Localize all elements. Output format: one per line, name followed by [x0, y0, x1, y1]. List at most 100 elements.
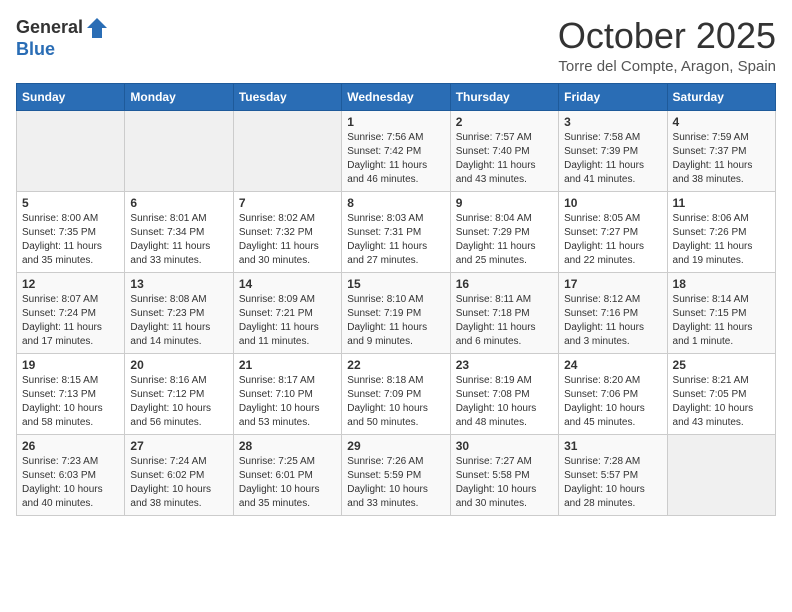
day-number: 22 — [347, 358, 444, 372]
month-title: October 2025 — [558, 16, 776, 56]
calendar-cell — [667, 434, 775, 515]
day-info: Sunrise: 8:11 AM Sunset: 7:18 PM Dayligh… — [456, 293, 553, 349]
calendar-cell: 23 Sunrise: 8:19 AM Sunset: 7:08 PM Dayli… — [450, 353, 558, 434]
day-number: 6 — [130, 196, 227, 210]
calendar-cell: 25 Sunrise: 8:21 AM Sunset: 7:05 PM Dayli… — [667, 353, 775, 434]
calendar-cell: 17 Sunrise: 8:12 AM Sunset: 7:16 PM Dayli… — [559, 272, 667, 353]
day-info: Sunrise: 8:03 AM Sunset: 7:31 PM Dayligh… — [347, 212, 444, 268]
logo: General Blue — [16, 16, 109, 60]
day-number: 16 — [456, 277, 553, 291]
day-info: Sunrise: 7:27 AM Sunset: 5:58 PM Dayligh… — [456, 455, 553, 511]
day-info: Sunrise: 8:19 AM Sunset: 7:08 PM Dayligh… — [456, 374, 553, 430]
logo-general: General — [16, 18, 83, 38]
day-number: 31 — [564, 439, 661, 453]
day-info: Sunrise: 8:14 AM Sunset: 7:15 PM Dayligh… — [673, 293, 770, 349]
day-number: 1 — [347, 115, 444, 129]
day-number: 20 — [130, 358, 227, 372]
day-info: Sunrise: 8:04 AM Sunset: 7:29 PM Dayligh… — [456, 212, 553, 268]
calendar-cell: 15Sunrise: 8:10 AM Sunset: 7:19 PM Dayli… — [342, 272, 450, 353]
day-info: Sunrise: 7:26 AM Sunset: 5:59 PM Dayligh… — [347, 455, 444, 511]
day-info: Sunrise: 8:20 AM Sunset: 7:06 PM Dayligh… — [564, 374, 661, 430]
day-info: Sunrise: 7:24 AM Sunset: 6:02 PM Dayligh… — [130, 455, 227, 511]
calendar-cell — [125, 110, 233, 191]
day-number: 24 — [564, 358, 661, 372]
calendar-cell: 12 Sunrise: 8:07 AM Sunset: 7:24 PM Dayli… — [17, 272, 125, 353]
calendar-cell: 18 Sunrise: 8:14 AM Sunset: 7:15 PM Dayli… — [667, 272, 775, 353]
calendar-cell: 14Sunrise: 8:09 AM Sunset: 7:21 PM Dayli… — [233, 272, 341, 353]
calendar-cell: 1 Sunrise: 7:56 AM Sunset: 7:42 PM Daylig… — [342, 110, 450, 191]
calendar-cell: 9 Sunrise: 8:04 AM Sunset: 7:29 PM Daylig… — [450, 191, 558, 272]
calendar-cell: 3 Sunrise: 7:58 AM Sunset: 7:39 PM Daylig… — [559, 110, 667, 191]
day-number: 17 — [564, 277, 661, 291]
location-title: Torre del Compte, Aragon, Spain — [558, 58, 776, 75]
day-number: 27 — [130, 439, 227, 453]
day-number: 9 — [456, 196, 553, 210]
day-info: Sunrise: 8:09 AM Sunset: 7:21 PM Dayligh… — [239, 293, 336, 349]
day-number: 12 — [22, 277, 119, 291]
day-number: 7 — [239, 196, 336, 210]
day-number: 25 — [673, 358, 770, 372]
day-number: 19 — [22, 358, 119, 372]
day-number: 10 — [564, 196, 661, 210]
day-info: Sunrise: 8:21 AM Sunset: 7:05 PM Dayligh… — [673, 374, 770, 430]
day-number: 5 — [22, 196, 119, 210]
weekday-header-tuesday: Tuesday — [233, 83, 341, 110]
day-info: Sunrise: 8:08 AM Sunset: 7:23 PM Dayligh… — [130, 293, 227, 349]
day-number: 15 — [347, 277, 444, 291]
calendar-cell: 29 Sunrise: 7:26 AM Sunset: 5:59 PM Dayli… — [342, 434, 450, 515]
day-number: 13 — [130, 277, 227, 291]
calendar-week-row: 19 Sunrise: 8:15 AM Sunset: 7:13 PM Dayli… — [17, 353, 776, 434]
calendar-cell: 27 Sunrise: 7:24 AM Sunset: 6:02 PM Dayli… — [125, 434, 233, 515]
day-info: Sunrise: 8:17 AM Sunset: 7:10 PM Dayligh… — [239, 374, 336, 430]
calendar-cell: 20Sunrise: 8:16 AM Sunset: 7:12 PM Dayli… — [125, 353, 233, 434]
weekday-header-thursday: Thursday — [450, 83, 558, 110]
weekday-header-sunday: Sunday — [17, 83, 125, 110]
day-number: 28 — [239, 439, 336, 453]
calendar-cell — [233, 110, 341, 191]
calendar-cell: 11 Sunrise: 8:06 AM Sunset: 7:26 PM Dayli… — [667, 191, 775, 272]
day-info: Sunrise: 8:01 AM Sunset: 7:34 PM Dayligh… — [130, 212, 227, 268]
day-number: 23 — [456, 358, 553, 372]
day-number: 11 — [673, 196, 770, 210]
day-info: Sunrise: 7:57 AM Sunset: 7:40 PM Dayligh… — [456, 131, 553, 187]
calendar-cell: 21 Sunrise: 8:17 AM Sunset: 7:10 PM Dayli… — [233, 353, 341, 434]
day-info: Sunrise: 8:07 AM Sunset: 7:24 PM Dayligh… — [22, 293, 119, 349]
day-info: Sunrise: 8:15 AM Sunset: 7:13 PM Dayligh… — [22, 374, 119, 430]
day-number: 4 — [673, 115, 770, 129]
day-number: 3 — [564, 115, 661, 129]
calendar-cell: 5 Sunrise: 8:00 AM Sunset: 7:35 PM Daylig… — [17, 191, 125, 272]
calendar-week-row: 5 Sunrise: 8:00 AM Sunset: 7:35 PM Daylig… — [17, 191, 776, 272]
day-info: Sunrise: 7:56 AM Sunset: 7:42 PM Dayligh… — [347, 131, 444, 187]
day-number: 21 — [239, 358, 336, 372]
day-number: 18 — [673, 277, 770, 291]
calendar-cell: 28 Sunrise: 7:25 AM Sunset: 6:01 PM Dayli… — [233, 434, 341, 515]
calendar-cell: 6 Sunrise: 8:01 AM Sunset: 7:34 PM Daylig… — [125, 191, 233, 272]
calendar-cell — [17, 110, 125, 191]
day-number: 2 — [456, 115, 553, 129]
weekday-header-row: SundayMondayTuesdayWednesdayThursdayFrid… — [17, 83, 776, 110]
day-number: 29 — [347, 439, 444, 453]
header: General Blue October 2025 Torre del Comp… — [16, 16, 776, 75]
day-info: Sunrise: 8:00 AM Sunset: 7:35 PM Dayligh… — [22, 212, 119, 268]
calendar-cell: 31 Sunrise: 7:28 AM Sunset: 5:57 PM Dayli… — [559, 434, 667, 515]
calendar-week-row: 1 Sunrise: 7:56 AM Sunset: 7:42 PM Daylig… — [17, 110, 776, 191]
calendar-cell: 8 Sunrise: 8:03 AM Sunset: 7:31 PM Daylig… — [342, 191, 450, 272]
logo-blue: Blue — [16, 40, 55, 60]
calendar-cell: 16 Sunrise: 8:11 AM Sunset: 7:18 PM Dayli… — [450, 272, 558, 353]
weekday-header-wednesday: Wednesday — [342, 83, 450, 110]
day-info: Sunrise: 7:28 AM Sunset: 5:57 PM Dayligh… — [564, 455, 661, 511]
calendar-cell: 13 Sunrise: 8:08 AM Sunset: 7:23 PM Dayli… — [125, 272, 233, 353]
day-info: Sunrise: 8:06 AM Sunset: 7:26 PM Dayligh… — [673, 212, 770, 268]
day-info: Sunrise: 8:12 AM Sunset: 7:16 PM Dayligh… — [564, 293, 661, 349]
logo-icon — [85, 16, 109, 40]
day-info: Sunrise: 7:25 AM Sunset: 6:01 PM Dayligh… — [239, 455, 336, 511]
calendar-week-row: 26Sunrise: 7:23 AM Sunset: 6:03 PM Dayli… — [17, 434, 776, 515]
calendar-cell: 19 Sunrise: 8:15 AM Sunset: 7:13 PM Dayli… — [17, 353, 125, 434]
day-number: 8 — [347, 196, 444, 210]
calendar-cell: 30 Sunrise: 7:27 AM Sunset: 5:58 PM Dayli… — [450, 434, 558, 515]
calendar-cell: 22 Sunrise: 8:18 AM Sunset: 7:09 PM Dayli… — [342, 353, 450, 434]
day-info: Sunrise: 7:58 AM Sunset: 7:39 PM Dayligh… — [564, 131, 661, 187]
day-info: Sunrise: 8:18 AM Sunset: 7:09 PM Dayligh… — [347, 374, 444, 430]
day-number: 30 — [456, 439, 553, 453]
weekday-header-saturday: Saturday — [667, 83, 775, 110]
